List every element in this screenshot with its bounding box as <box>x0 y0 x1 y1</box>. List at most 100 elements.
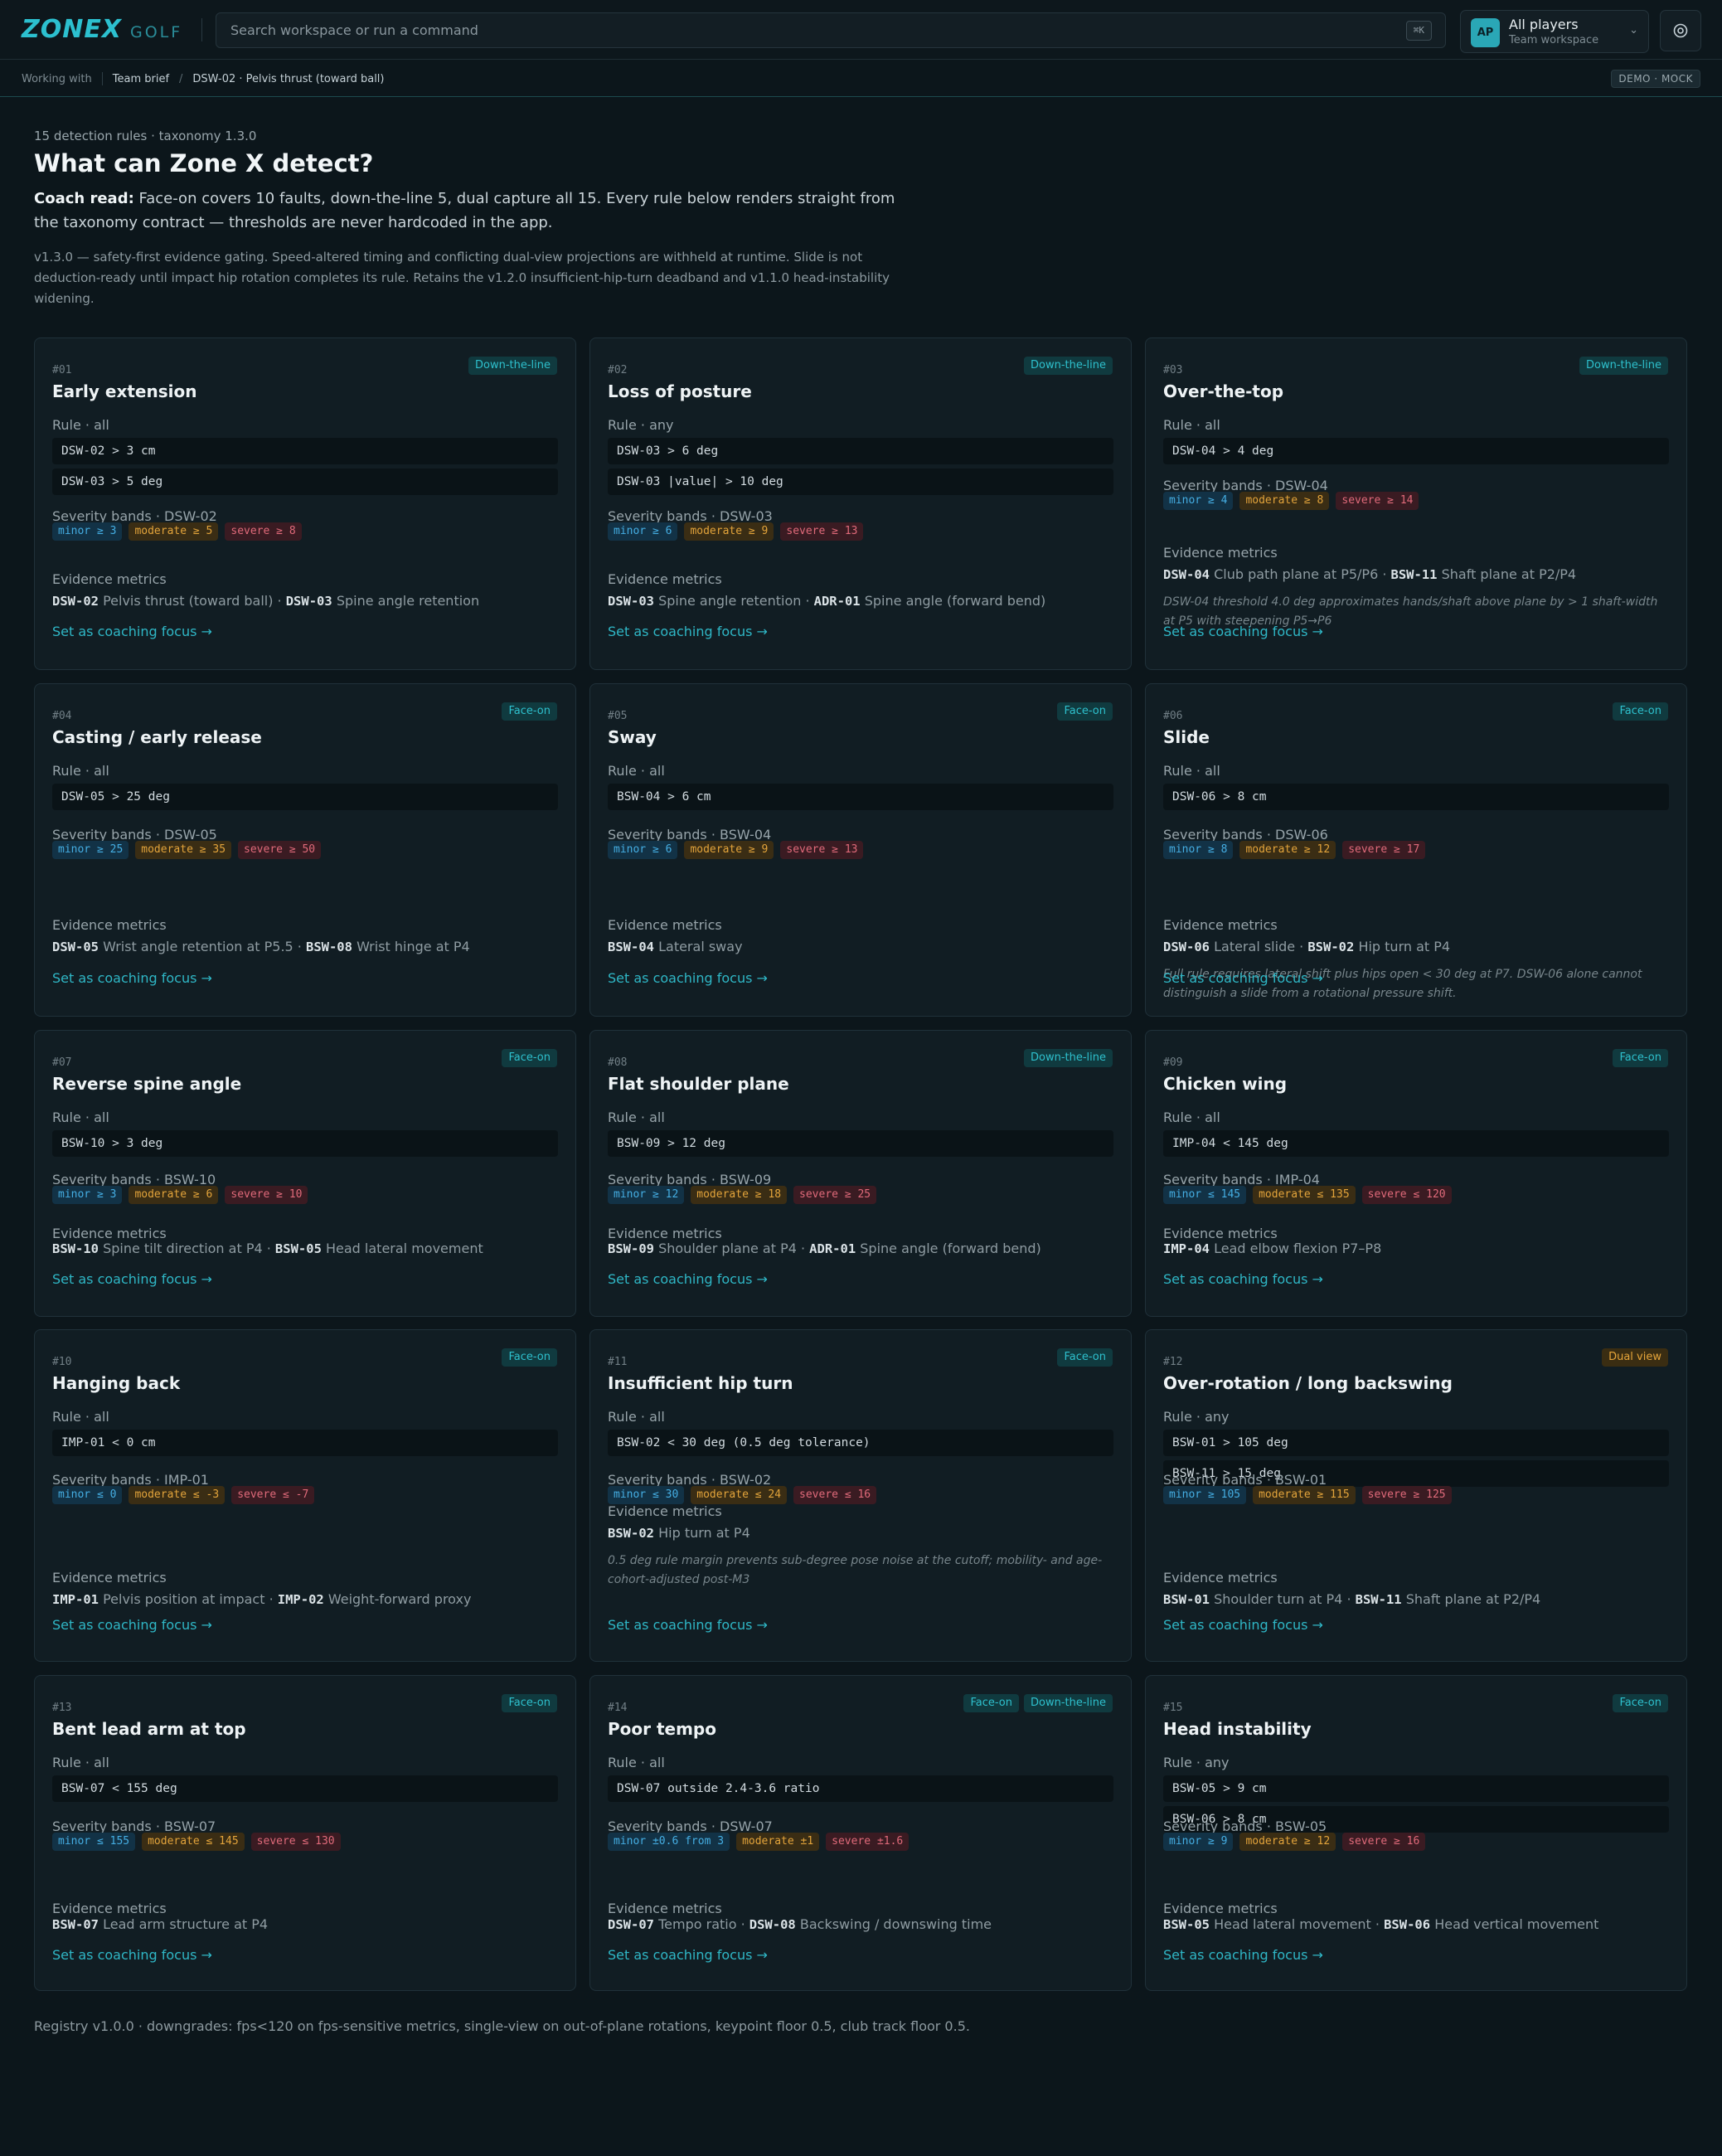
severity-bands: minor ≥ 6 moderate ≥ 9 severe ≥ 13 <box>608 841 864 859</box>
rule-card: #04 Casting / early release Face-on Rule · … <box>34 683 576 1017</box>
coach-read: Coach read: Face-on covers 10 faults, do… <box>34 187 896 235</box>
view-badges: Face-on <box>1057 702 1113 721</box>
severity-bands: minor ≤ 155 moderate ≤ 145 severe ≤ 130 <box>52 1833 341 1851</box>
view-badge: Down-the-line <box>1023 357 1113 375</box>
rule-mode: Rule · any <box>1163 1409 1230 1425</box>
evidence-metrics: DSW-07 Tempo ratio · DSW-08 Backswing / … <box>608 1916 1113 1932</box>
set-coaching-focus-link[interactable]: Set as coaching focus → <box>52 970 212 986</box>
severity-band-severe: severe ≥ 13 <box>780 522 864 541</box>
rule-mode: Rule · all <box>52 417 109 433</box>
evidence-label: Evidence metrics <box>52 917 167 933</box>
rule-expression: DSW-03 |value| > 10 deg <box>608 469 1113 495</box>
command-search-input[interactable]: Search workspace or run a command ⌘K <box>216 12 1446 48</box>
severity-band-moderate: moderate ≥ 6 <box>129 1186 219 1204</box>
view-badge: Face-on <box>502 1049 557 1067</box>
metric-code: BSW-05 <box>1163 1917 1210 1932</box>
set-coaching-focus-link[interactable]: Set as coaching focus → <box>52 1947 212 1963</box>
page-eyebrow: 15 detection rules · taxonomy 1.3.0 <box>34 129 257 143</box>
severity-band-minor: minor ≥ 12 <box>608 1186 685 1204</box>
metric-code: DSW-06 <box>1163 940 1210 954</box>
rule-number: #10 <box>52 1356 72 1368</box>
search-placeholder: Search workspace or run a command <box>230 22 478 38</box>
metric-code: BSW-05 <box>274 1241 322 1256</box>
metric-code: DSW-03 <box>285 594 332 609</box>
set-coaching-focus-link[interactable]: Set as coaching focus → <box>1163 1617 1323 1633</box>
breadcrumb-current[interactable]: DSW-02 · Pelvis thrust (toward ball) <box>192 73 384 85</box>
coach-read-text: Face-on covers 10 faults, down-the-line … <box>34 190 895 231</box>
view-badge: Down-the-line <box>1023 1694 1113 1712</box>
severity-band-severe: severe ≤ -7 <box>231 1486 315 1504</box>
rule-title: Over-the-top <box>1163 381 1284 401</box>
divider <box>101 72 103 85</box>
metric-separator: · <box>801 593 814 609</box>
metric-label: Lead elbow flexion P7–P8 <box>1214 1241 1382 1256</box>
rule-number: #02 <box>608 364 628 376</box>
set-coaching-focus-link[interactable]: Set as coaching focus → <box>1163 1947 1323 1963</box>
severity-band-moderate: moderate ≤ -3 <box>129 1486 226 1504</box>
severity-band-minor: minor ≤ 30 <box>608 1486 685 1504</box>
metric-code: BSW-11 <box>1390 567 1438 582</box>
rule-card: #07 Reverse spine angle Face-on Rule · all B… <box>34 1030 576 1317</box>
metric-separator: · <box>796 1241 810 1256</box>
rule-expression: DSW-04 > 4 deg <box>1163 438 1669 464</box>
rule-number: #09 <box>1163 1056 1183 1069</box>
set-coaching-focus-link[interactable]: Set as coaching focus → <box>52 1271 212 1287</box>
metric-code: DSW-03 <box>608 594 654 609</box>
rule-expression: DSW-03 > 5 deg <box>52 469 558 495</box>
severity-band-severe: severe ≥ 25 <box>793 1186 877 1204</box>
metric-label: Head vertical movement <box>1434 1916 1599 1932</box>
breadcrumb-team-brief[interactable]: Team brief <box>113 73 169 85</box>
set-coaching-focus-link[interactable]: Set as coaching focus → <box>608 1617 768 1633</box>
release-note: v1.3.0 — safety-first evidence gating. S… <box>34 250 890 306</box>
severity-bands: minor ≥ 4 moderate ≥ 8 severe ≥ 14 <box>1163 492 1419 510</box>
workspace-subtitle: Team workspace <box>1509 34 1599 46</box>
view-badges: Face-on Down-the-line <box>963 1694 1113 1712</box>
rule-mode: Rule · all <box>608 1110 665 1125</box>
set-coaching-focus-link[interactable]: Set as coaching focus → <box>608 624 768 639</box>
metric-code: BSW-04 <box>608 940 654 954</box>
rule-number: #11 <box>608 1356 628 1368</box>
metric-label: Spine angle (forward bend) <box>860 1241 1041 1256</box>
view-badge: Dual view <box>1602 1348 1668 1367</box>
set-coaching-focus-link[interactable]: Set as coaching focus → <box>52 624 212 639</box>
evidence-label: Evidence metrics <box>608 1503 722 1519</box>
rule-number: #06 <box>1163 710 1183 722</box>
view-badges: Face-on <box>1613 1049 1668 1067</box>
metric-label: Wrist hinge at P4 <box>357 939 470 954</box>
set-coaching-focus-link[interactable]: Set as coaching focus → <box>608 1271 768 1287</box>
rule-number: #01 <box>52 364 72 376</box>
evidence-label: Evidence metrics <box>52 1901 167 1916</box>
severity-band-minor: minor ≤ 155 <box>52 1833 136 1851</box>
severity-band-minor: minor ≥ 4 <box>1163 492 1234 510</box>
evidence-label: Evidence metrics <box>52 571 167 587</box>
rule-card: #13 Bent lead arm at top Face-on Rule · all… <box>34 1675 576 1991</box>
severity-bands: minor ≥ 105 moderate ≥ 115 severe ≥ 125 <box>1163 1486 1452 1504</box>
evidence-metrics: DSW-06 Lateral slide · BSW-02 Hip turn a… <box>1163 939 1669 954</box>
rule-card: #14 Poor tempo Face-on Down-the-line Rule · … <box>589 1675 1132 1991</box>
metric-label: Hip turn at P4 <box>1358 939 1451 954</box>
evidence-label: Evidence metrics <box>1163 1570 1278 1585</box>
evidence-metrics: IMP-04 Lead elbow flexion P7–P8 <box>1163 1241 1669 1256</box>
evidence-label: Evidence metrics <box>52 1570 167 1585</box>
metric-label: Shaft plane at P2/P4 <box>1405 1591 1541 1607</box>
rule-mode: Rule · any <box>608 417 674 433</box>
set-coaching-focus-link[interactable]: Set as coaching focus → <box>52 1617 212 1633</box>
workspace-switcher[interactable]: AP All players Team workspace ⌄ <box>1460 10 1649 53</box>
severity-band-severe: severe ≥ 50 <box>238 841 322 859</box>
rule-number: #07 <box>52 1056 72 1069</box>
rule-mode: Rule · all <box>608 1755 665 1770</box>
severity-bands: minor ≥ 9 moderate ≥ 12 severe ≥ 16 <box>1163 1833 1426 1851</box>
set-coaching-focus-link[interactable]: Set as coaching focus → <box>1163 970 1323 986</box>
evidence-metrics: BSW-01 Shoulder turn at P4 · BSW-11 Shaf… <box>1163 1591 1669 1607</box>
settings-button[interactable] <box>1660 10 1701 51</box>
set-coaching-focus-link[interactable]: Set as coaching focus → <box>608 970 768 986</box>
set-coaching-focus-link[interactable]: Set as coaching focus → <box>1163 624 1323 639</box>
brand-logo[interactable]: ZONEX GOLF <box>22 15 182 44</box>
metric-label: Spine angle (forward bend) <box>864 593 1046 609</box>
metric-code: BSW-07 <box>52 1917 99 1932</box>
set-coaching-focus-link[interactable]: Set as coaching focus → <box>608 1947 768 1963</box>
set-coaching-focus-link[interactable]: Set as coaching focus → <box>1163 1271 1323 1287</box>
view-badge: Face-on <box>1613 702 1668 721</box>
rule-title: Slide <box>1163 727 1210 747</box>
settings-icon <box>1673 23 1688 38</box>
